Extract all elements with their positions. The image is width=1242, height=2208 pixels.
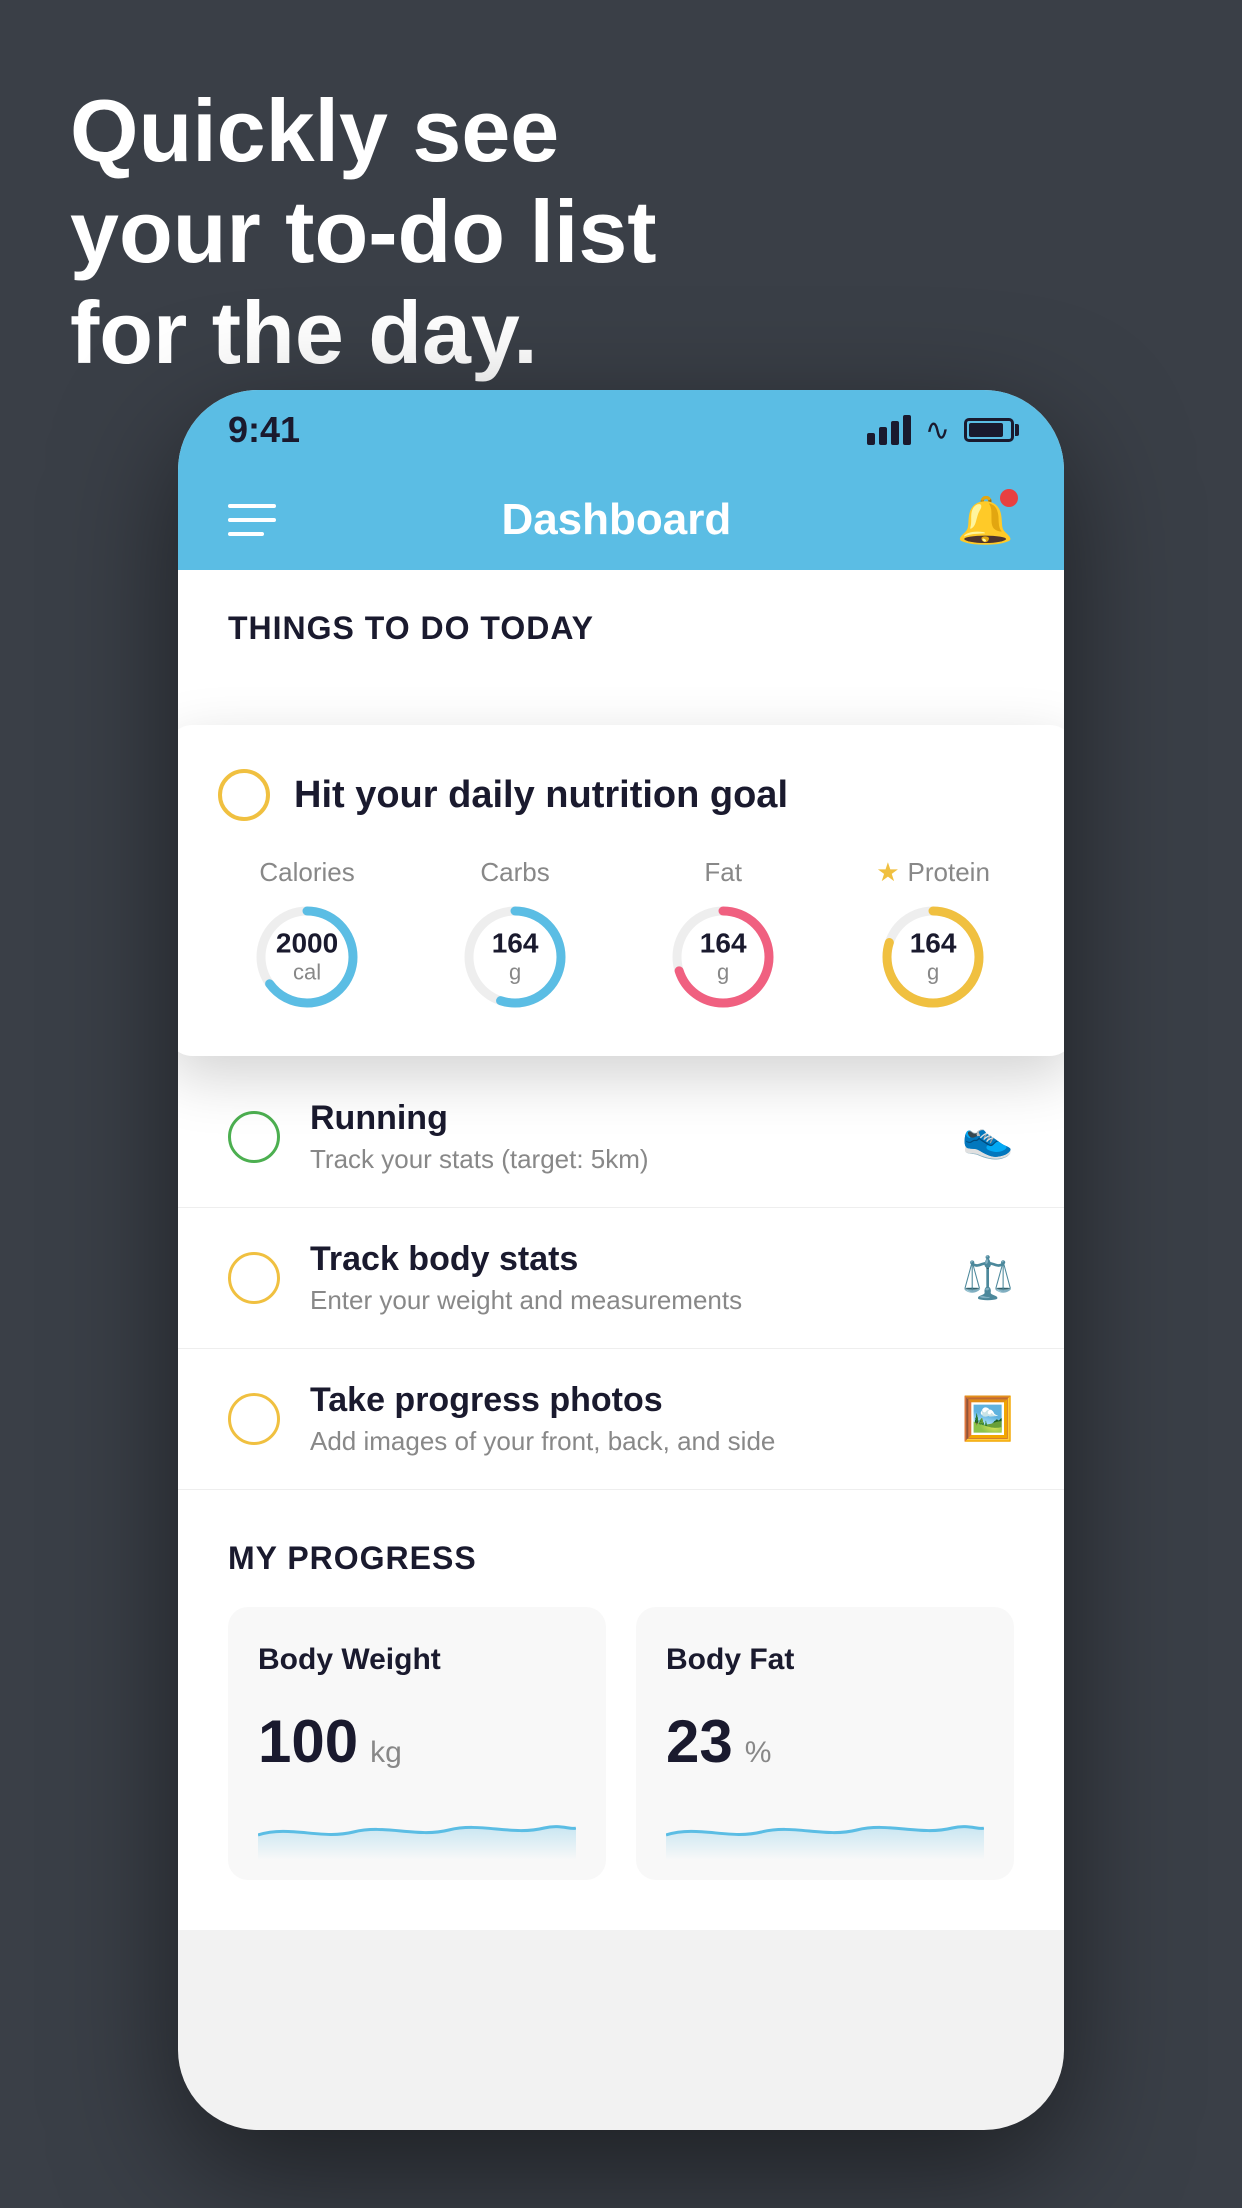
todo-title: Running (310, 1099, 932, 1138)
todo-item[interactable]: Running Track your stats (target: 5km) 👟 (178, 1067, 1064, 1208)
nav-title: Dashboard (501, 495, 731, 545)
todo-icon: 👟 (962, 1113, 1014, 1162)
todo-title: Take progress photos (310, 1381, 932, 1420)
todo-item[interactable]: Track body stats Enter your weight and m… (178, 1208, 1064, 1349)
todo-text: Running Track your stats (target: 5km) (310, 1099, 932, 1175)
nutrition-label: ★ Protein (876, 857, 990, 888)
phone-mockup: 9:41 ∿ Dashboard 🔔 THI (178, 390, 1064, 2130)
star-icon: ★ (876, 857, 899, 888)
status-bar: 9:41 ∿ (178, 390, 1064, 470)
todo-subtitle: Enter your weight and measurements (310, 1285, 932, 1316)
progress-card-title: Body Fat (666, 1643, 984, 1677)
todo-checkbox[interactable] (228, 1111, 280, 1163)
nutrition-label: Fat (704, 857, 742, 888)
progress-cards: Body Weight 100 kg Body Fat 23 % (228, 1607, 1014, 1880)
nutrition-label: Carbs (480, 857, 549, 888)
hero-line1: Quickly see (70, 80, 657, 181)
progress-value-row: 100 kg (258, 1707, 576, 1776)
status-icons: ∿ (867, 413, 1014, 448)
todo-item[interactable]: Take progress photos Add images of your … (178, 1349, 1064, 1490)
todo-text: Track body stats Enter your weight and m… (310, 1240, 932, 1316)
todo-subtitle: Track your stats (target: 5km) (310, 1144, 932, 1175)
nutrition-item: Calories 2000 cal (252, 857, 362, 1012)
todo-subtitle: Add images of your front, back, and side (310, 1426, 932, 1457)
nutrition-row: Calories 2000 cal Carbs 164 g (218, 857, 1024, 1012)
hamburger-menu[interactable] (228, 504, 276, 536)
circle-text: 2000 cal (276, 929, 338, 986)
circle-text: 164 g (492, 929, 539, 986)
circle-text: 164 g (910, 929, 957, 986)
notification-bell[interactable]: 🔔 (957, 493, 1014, 548)
todo-icon: 🖼️ (962, 1395, 1014, 1444)
battery-icon (964, 418, 1014, 442)
hero-line2: your to-do list (70, 181, 657, 282)
status-time: 9:41 (228, 409, 300, 451)
progress-section: MY PROGRESS Body Weight 100 kg Body Fat (178, 1490, 1064, 1930)
nutrition-label: Calories (259, 857, 354, 888)
hero-text: Quickly see your to-do list for the day. (70, 80, 657, 384)
hero-line3: for the day. (70, 282, 657, 383)
progress-chart (258, 1800, 576, 1860)
todo-text: Take progress photos Add images of your … (310, 1381, 932, 1457)
nutrition-circle: 2000 cal (252, 902, 362, 1012)
nutrition-item: Carbs 164 g (460, 857, 570, 1012)
card-circle-button[interactable] (218, 769, 270, 821)
nutrition-card[interactable]: Hit your daily nutrition goal Calories 2… (178, 725, 1064, 1056)
nutrition-circle: 164 g (668, 902, 778, 1012)
circle-text: 164 g (700, 929, 747, 986)
wifi-icon: ∿ (925, 413, 950, 448)
progress-unit: % (745, 1736, 772, 1770)
nav-bar: Dashboard 🔔 (178, 470, 1064, 570)
progress-value: 100 (258, 1707, 358, 1776)
nutrition-circle: 164 g (878, 902, 988, 1012)
notification-dot (1000, 489, 1018, 507)
progress-card[interactable]: Body Weight 100 kg (228, 1607, 606, 1880)
nutrition-item: Fat 164 g (668, 857, 778, 1012)
progress-card-title: Body Weight (258, 1643, 576, 1677)
todo-title: Track body stats (310, 1240, 932, 1279)
signal-bars-icon (867, 415, 911, 445)
todo-icon: ⚖️ (962, 1254, 1014, 1303)
progress-header: MY PROGRESS (228, 1540, 1014, 1577)
progress-value-row: 23 % (666, 1707, 984, 1776)
progress-unit: kg (370, 1736, 402, 1770)
nutrition-item: ★ Protein 164 g (876, 857, 990, 1012)
progress-chart (666, 1800, 984, 1860)
things-today-header: THINGS TO DO TODAY (178, 570, 1064, 667)
progress-value: 23 (666, 1707, 733, 1776)
main-content: THINGS TO DO TODAY Hit your daily nutrit… (178, 570, 1064, 1930)
nutrition-circle: 164 g (460, 902, 570, 1012)
progress-card[interactable]: Body Fat 23 % (636, 1607, 1014, 1880)
todo-checkbox[interactable] (228, 1252, 280, 1304)
card-title: Hit your daily nutrition goal (294, 774, 788, 817)
todo-checkbox[interactable] (228, 1393, 280, 1445)
